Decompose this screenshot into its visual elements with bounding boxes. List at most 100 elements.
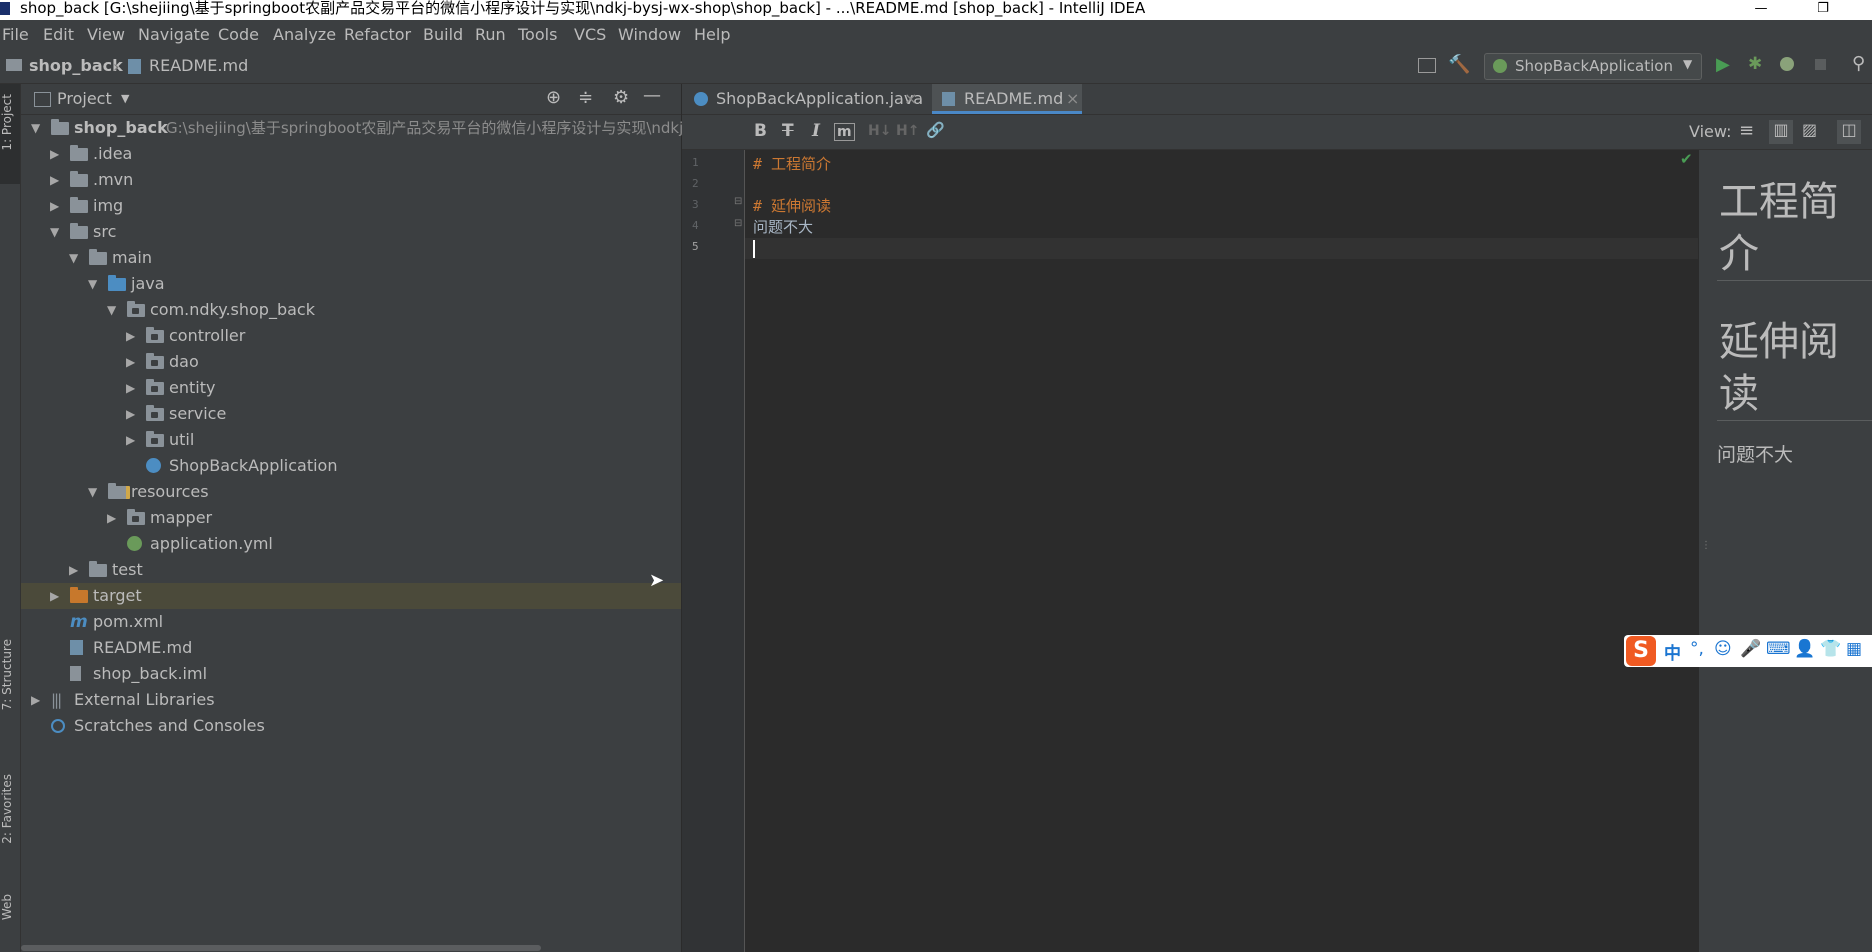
menu-edit[interactable]: Edit [43, 25, 74, 44]
coverage-icon[interactable] [1780, 57, 1794, 71]
tree-item-target[interactable]: ▶ target [21, 583, 681, 609]
search-icon[interactable]: ⚲ [1852, 53, 1865, 74]
tree-item-service[interactable]: ▶ service [21, 401, 681, 427]
run-config-select[interactable]: ShopBackApplication ▼ [1484, 53, 1702, 80]
project-panel-title[interactable]: Project [57, 89, 112, 108]
tree-item-mvn[interactable]: ▶ .mvn [21, 167, 681, 193]
expanded-arrow-icon[interactable]: ▼ [31, 115, 45, 141]
bold-icon[interactable]: B [754, 121, 767, 141]
toolbox-grid-icon[interactable]: ▦ [1846, 639, 1862, 659]
tree-item-java[interactable]: ▼ java [21, 271, 681, 297]
project-tool-button[interactable]: 1: Project [0, 84, 20, 184]
expanded-arrow-icon[interactable]: ▼ [50, 219, 64, 245]
collapsed-arrow-icon[interactable]: ▶ [126, 349, 140, 375]
hide-panel-icon[interactable]: — [643, 85, 661, 106]
chevron-down-icon[interactable]: ▼ [121, 92, 129, 105]
favorites-tool-button[interactable]: 2: Favorites [0, 774, 20, 904]
menu-file[interactable]: File [2, 25, 29, 44]
tree-item-main[interactable]: ▼ main [21, 245, 681, 271]
fold-icon[interactable]: ⊟ [734, 196, 742, 207]
menu-analyze[interactable]: Analyze [273, 25, 336, 44]
collapsed-arrow-icon[interactable]: ▶ [69, 557, 83, 583]
tab-readme-md[interactable]: README.md × [932, 84, 1082, 114]
menu-help[interactable]: Help [694, 25, 730, 44]
split-view-icon[interactable]: ▥ [1769, 120, 1793, 144]
menu-refactor[interactable]: Refactor [344, 25, 411, 44]
tree-item-mapper[interactable]: ▶ mapper [21, 505, 681, 531]
menu-navigate[interactable]: Navigate [138, 25, 210, 44]
tree-item-entity[interactable]: ▶ entity [21, 375, 681, 401]
punctuation-icon[interactable]: °, [1690, 639, 1704, 659]
menu-vcs[interactable]: VCS [574, 25, 606, 44]
tab-shopbackapplication-java[interactable]: ShopBackApplication.java × [682, 84, 923, 114]
keyboard-icon[interactable]: ⌨ [1766, 639, 1791, 659]
fold-end-icon[interactable]: ⊟ [734, 218, 742, 229]
menu-tools[interactable]: Tools [518, 25, 557, 44]
breadcrumb-project[interactable]: shop_back [29, 56, 123, 75]
layout-toggle-icon[interactable]: ◫ [1837, 120, 1861, 144]
project-horizontal-scrollbar[interactable] [21, 945, 541, 951]
user-icon[interactable]: 👤 [1794, 639, 1815, 659]
menu-build[interactable]: Build [423, 25, 463, 44]
collapse-all-icon[interactable]: ≑ [578, 87, 593, 108]
run-icon[interactable]: ▶ [1716, 54, 1730, 75]
code-span-icon[interactable]: m [834, 123, 855, 141]
menu-run[interactable]: Run [475, 25, 506, 44]
collapsed-arrow-icon[interactable]: ▶ [126, 401, 140, 427]
minimize-button[interactable]: — [1746, 0, 1776, 17]
close-icon[interactable]: × [1066, 84, 1079, 114]
expanded-arrow-icon[interactable]: ▼ [88, 479, 102, 505]
header-increase-icon[interactable]: H↑ [896, 123, 919, 139]
web-tool-button[interactable]: Web [0, 894, 20, 952]
tree-item-controller[interactable]: ▶ controller [21, 323, 681, 349]
tree-item-dao[interactable]: ▶ dao [21, 349, 681, 375]
tree-item-scratches-and-consoles[interactable]: Scratches and Consoles [21, 713, 681, 739]
tree-item-img[interactable]: ▶ img [21, 193, 681, 219]
editor-only-icon[interactable]: ≡ [1739, 120, 1754, 141]
emoji-icon[interactable]: ☺ [1714, 639, 1732, 659]
tree-item-idea[interactable]: ▶ .idea [21, 141, 681, 167]
expanded-arrow-icon[interactable]: ▼ [107, 297, 121, 323]
tree-item-external-libraries[interactable]: ▶ ||| External Libraries [21, 687, 681, 713]
expanded-arrow-icon[interactable]: ▼ [88, 271, 102, 297]
strikethrough-icon[interactable]: T [782, 121, 794, 141]
ime-mode-toggle[interactable]: 中 [1664, 639, 1681, 664]
tree-item-shopbackapplication[interactable]: ShopBackApplication [21, 453, 681, 479]
tree-item-com-ndky-shop-back[interactable]: ▼ com.ndky.shop_back [21, 297, 681, 323]
tree-item-shop-back[interactable]: ▼ shop_back G:\shejiing\基于springboot农副产品交易… [21, 115, 689, 141]
collapsed-arrow-icon[interactable]: ▶ [50, 193, 64, 219]
collapsed-arrow-icon[interactable]: ▶ [31, 687, 45, 713]
expanded-arrow-icon[interactable]: ▼ [69, 245, 83, 271]
gear-icon[interactable]: ⚙ [613, 87, 629, 108]
tree-item-application-yml[interactable]: application.yml [21, 531, 681, 557]
tree-item-resources[interactable]: ▼ resources [21, 479, 681, 505]
menu-view[interactable]: View [87, 25, 125, 44]
tree-item-test[interactable]: ▶ test [21, 557, 681, 583]
microphone-icon[interactable]: 🎤 [1740, 639, 1761, 659]
code-editor[interactable]: # 工程简介 # 延伸阅读 问题不大 ✔ [745, 150, 1745, 952]
tree-item-util[interactable]: ▶ util [21, 427, 681, 453]
sogou-logo-icon[interactable]: S [1626, 636, 1656, 666]
menu-window[interactable]: Window [618, 25, 681, 44]
tree-item-shop-back-iml[interactable]: shop_back.iml [21, 661, 681, 687]
locate-file-icon[interactable]: ⊕ [546, 87, 561, 108]
collapsed-arrow-icon[interactable]: ▶ [126, 323, 140, 349]
collapsed-arrow-icon[interactable]: ▶ [126, 427, 140, 453]
tree-item-pom-xml[interactable]: m pom.xml [21, 609, 681, 635]
skin-icon[interactable]: 👕 [1820, 639, 1841, 659]
collapsed-arrow-icon[interactable]: ▶ [50, 167, 64, 193]
structure-tool-button[interactable]: 7: Structure [0, 639, 20, 769]
restore-button[interactable]: ❐ [1808, 0, 1838, 17]
collapsed-arrow-icon[interactable]: ▶ [107, 505, 121, 531]
splitter-handle-icon[interactable]: ⋮ [1701, 540, 1711, 551]
collapsed-arrow-icon[interactable]: ▶ [50, 583, 64, 609]
preview-only-icon[interactable]: ▨ [1802, 120, 1817, 139]
tree-item-src[interactable]: ▼ src [21, 219, 681, 245]
collapsed-arrow-icon[interactable]: ▶ [126, 375, 140, 401]
close-icon[interactable]: × [904, 84, 917, 114]
stop-icon[interactable] [1815, 59, 1826, 70]
tree-item-readme-md[interactable]: README.md [21, 635, 681, 661]
collapsed-arrow-icon[interactable]: ▶ [50, 141, 64, 167]
build-hammer-icon[interactable]: 🔨 [1448, 54, 1470, 75]
header-decrease-icon[interactable]: H↓ [868, 123, 891, 139]
